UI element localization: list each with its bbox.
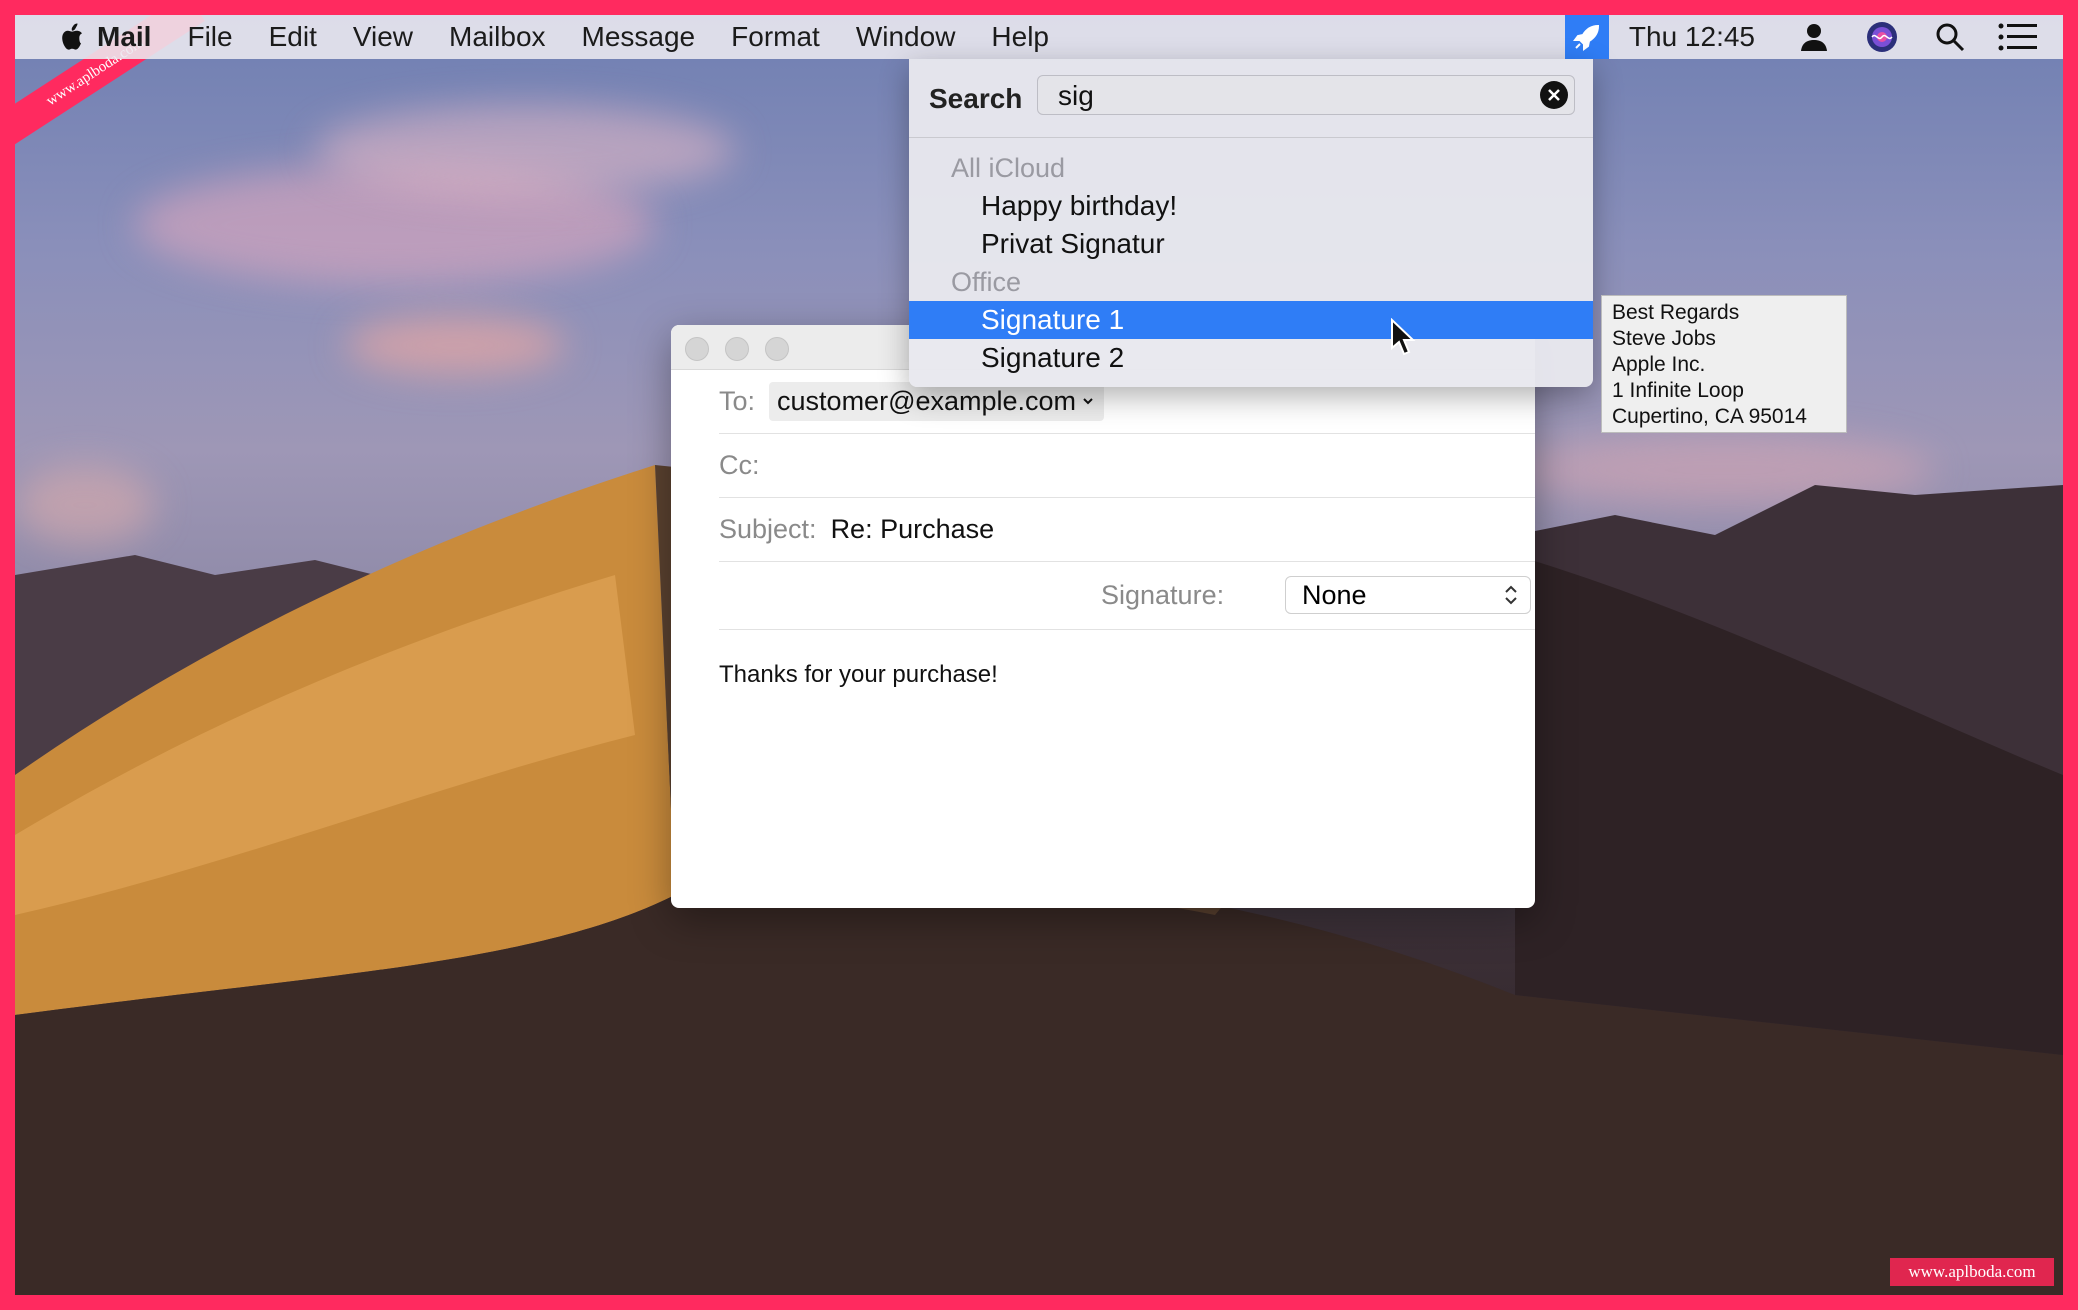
watermark-bottom-right: www.aplboda.com [1890,1258,2054,1286]
user-icon[interactable] [1791,15,1837,59]
menu-entry-happy-birthday[interactable]: Happy birthday! [909,187,1593,225]
subject-field-row[interactable]: Subject: Re: Purchase [719,497,1535,562]
search-icon[interactable] [1927,15,1973,59]
signature-label: Signature: [1101,579,1225,610]
mouse-pointer-icon [1391,318,1416,356]
signature-row: Signature: None [719,561,1535,630]
cc-label: Cc: [719,449,760,480]
menu-message[interactable]: Message [564,15,714,59]
group-title-office: Office [951,267,1022,297]
menu-edit[interactable]: Edit [251,15,335,59]
list-icon[interactable] [1995,15,2041,59]
menu-bar: Mail File Edit View Mailbox Message Form… [15,15,2063,59]
menu-window[interactable]: Window [838,15,974,59]
signature-search-popup: Search All iCloud Happy birthday! Privat… [909,59,1593,387]
search-input[interactable] [1058,80,1518,112]
clear-search-icon[interactable] [1540,81,1568,109]
menu-entry-signature-1[interactable]: Signature 1 [909,301,1593,339]
search-label: Search [929,83,1023,114]
minimize-window-button[interactable] [725,337,749,361]
signature-select[interactable]: None [1285,576,1531,614]
siri-icon[interactable] [1859,15,1905,59]
search-box[interactable] [1037,75,1575,115]
clock[interactable]: Thu 12:45 [1609,21,1791,53]
group-title-all-icloud: All iCloud [951,153,1066,183]
subject-label: Subject: [719,513,817,544]
tooltip-line: Best Regards [1612,301,1740,324]
menu-view[interactable]: View [335,15,431,59]
to-recipient-address: customer@example.com [777,385,1077,416]
compose-window: To: customer@example.com Cc: Subject: Re… [671,325,1535,908]
menu-app-mail[interactable]: Mail [93,15,169,59]
search-row: Search [909,59,1593,138]
tooltip-line: Apple Inc. [1612,353,1706,376]
close-window-button[interactable] [685,337,709,361]
menu-help[interactable]: Help [973,15,1067,59]
tooltip-line: Cupertino, CA 95014 [1612,405,1807,428]
to-recipient-token[interactable]: customer@example.com [769,381,1105,421]
chevron-down-icon [1083,398,1093,405]
menu-file[interactable]: File [169,15,250,59]
apple-logo-icon[interactable] [53,19,93,55]
message-body[interactable]: Thanks for your purchase! [719,661,998,689]
stepper-arrows-icon [1505,585,1517,605]
tooltip-line: 1 Infinite Loop [1612,379,1744,402]
signature-preview-tooltip: Best Regards Steve Jobs Apple Inc. 1 Inf… [1601,295,1847,433]
menu-format[interactable]: Format [713,15,838,59]
tooltip-line: Steve Jobs [1612,327,1716,350]
menu-entry-privat-signatur[interactable]: Privat Signatur [909,225,1593,263]
to-label: To: [719,385,756,416]
cc-field-row[interactable]: Cc: [719,433,1535,498]
rocket-icon[interactable] [1564,15,1609,59]
zoom-window-button[interactable] [765,337,789,361]
menu-mailbox[interactable]: Mailbox [431,15,563,59]
signature-select-value: None [1302,579,1367,610]
status-area: Thu 12:45 [1564,15,2063,59]
subject-value[interactable]: Re: Purchase [831,514,995,545]
menu-entry-signature-2[interactable]: Signature 2 [909,339,1593,377]
